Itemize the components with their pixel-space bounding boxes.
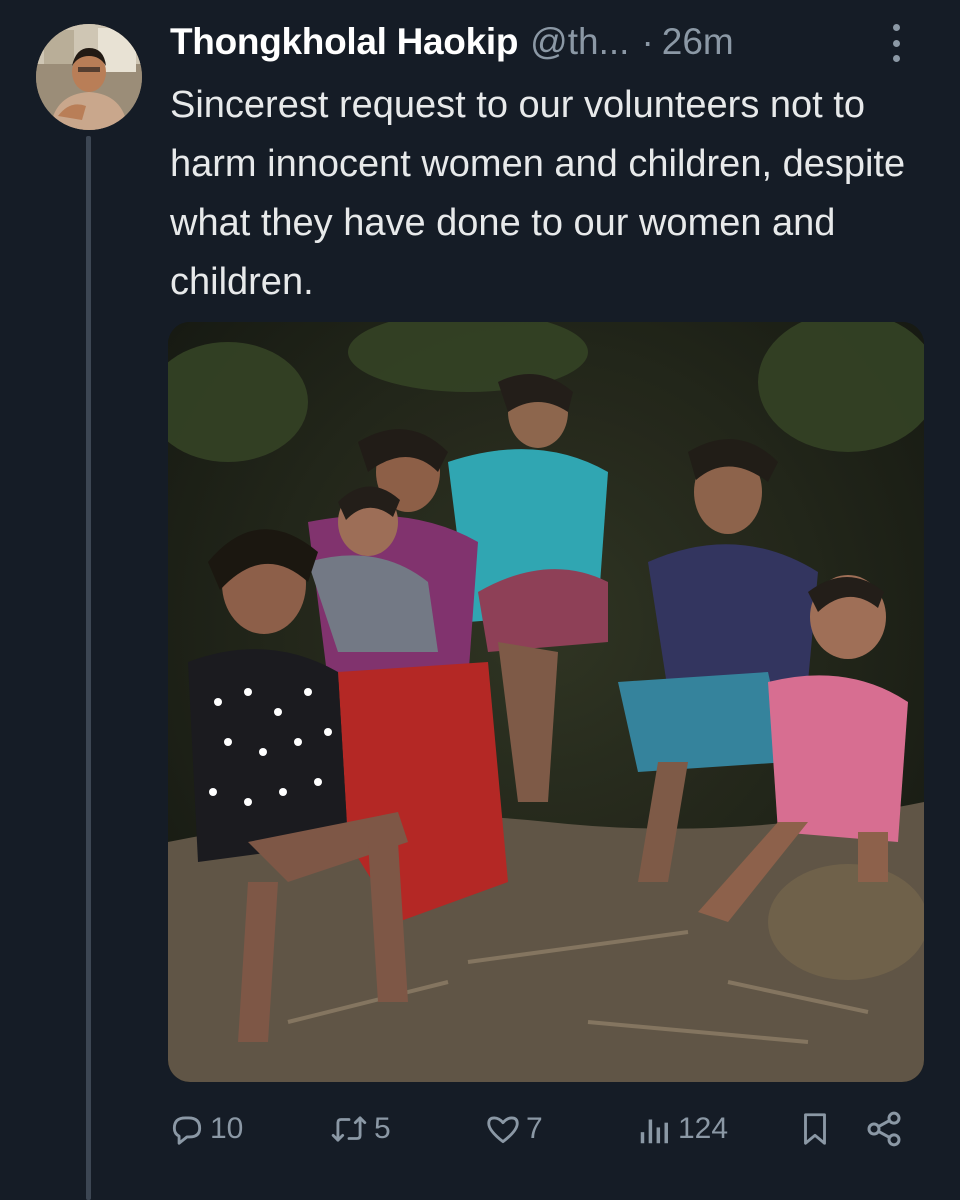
like-count: 7 — [526, 1112, 543, 1145]
tweet-photo[interactable] — [168, 322, 924, 1082]
share-icon — [867, 1111, 901, 1147]
share-button[interactable] — [864, 1104, 904, 1154]
bookmark-button[interactable] — [796, 1104, 834, 1154]
bookmark-icon — [804, 1113, 826, 1145]
thread-line — [86, 136, 91, 1200]
reply-button[interactable]: 10 — [168, 1104, 243, 1154]
tweet-header: Thongkholal Haokip @th... · 26m — [170, 18, 930, 66]
tweet-actions: 10 5 7 124 — [168, 1104, 908, 1154]
more-icon[interactable] — [886, 24, 906, 62]
retweet-button[interactable]: 5 — [328, 1104, 391, 1154]
author-handle[interactable]: @th... — [530, 21, 629, 63]
like-icon — [487, 1116, 519, 1144]
like-button[interactable]: 7 — [484, 1104, 543, 1154]
views-count: 124 — [678, 1112, 729, 1145]
reply-icon — [172, 1116, 202, 1145]
author-name[interactable]: Thongkholal Haokip — [170, 21, 518, 63]
avatar[interactable] — [36, 24, 142, 130]
retweet-icon — [331, 1116, 367, 1142]
retweet-count: 5 — [374, 1112, 391, 1145]
timestamp[interactable]: 26m — [662, 21, 734, 63]
views-icon — [640, 1119, 668, 1144]
views-button[interactable]: 124 — [636, 1104, 728, 1154]
reply-count: 10 — [210, 1112, 244, 1145]
tweet-text: Sincerest request to our volunteers not … — [170, 84, 906, 303]
separator-dot: · — [641, 21, 654, 62]
